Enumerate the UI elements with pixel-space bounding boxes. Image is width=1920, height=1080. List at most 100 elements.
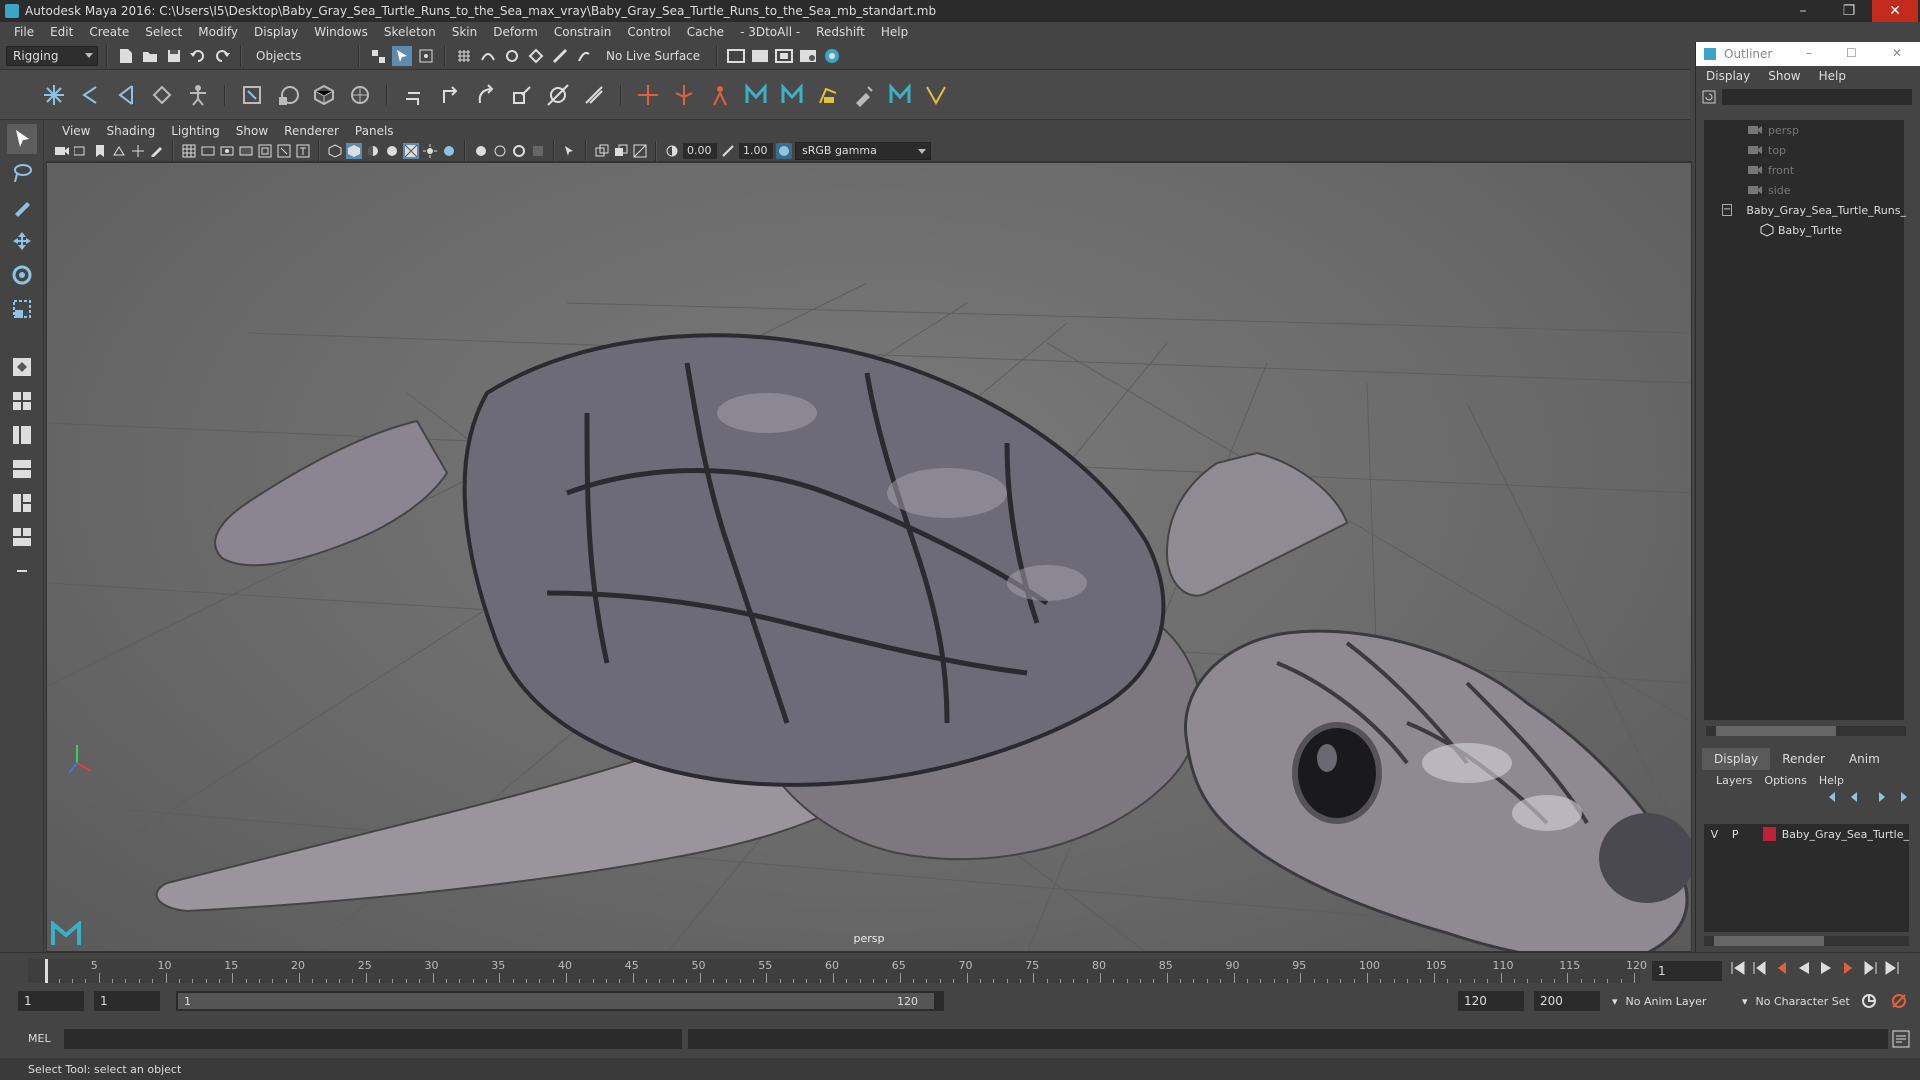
menu-skeleton[interactable]: Skeleton [376, 25, 444, 39]
gamma-icon[interactable] [720, 143, 736, 159]
isolate-select-icon[interactable] [562, 143, 578, 159]
auto-key-icon[interactable] [1860, 992, 1878, 1010]
persp-outliner-layout-icon[interactable] [7, 420, 37, 450]
resolution-gate-icon[interactable] [219, 143, 235, 159]
color-management-icon[interactable] [776, 142, 792, 159]
command-language-label[interactable]: MEL [28, 1032, 51, 1045]
character-set-dropdown[interactable]: ▾ No Character Set [1742, 991, 1872, 1011]
open-scene-icon[interactable] [140, 46, 160, 66]
shadows-icon[interactable] [384, 143, 400, 159]
vp-menu-show[interactable]: Show [228, 124, 276, 138]
exposure-icon[interactable] [664, 143, 680, 159]
ik-handle-icon[interactable] [76, 81, 104, 109]
joint-tool-icon[interactable] [40, 81, 68, 109]
ipr-render-icon[interactable] [774, 46, 794, 66]
menu-3dtoall[interactable]: - 3DtoAll - [732, 25, 808, 39]
outliner-item-child[interactable]: Baby_Turlte [1704, 220, 1904, 240]
play-backwards-icon[interactable] [1796, 961, 1812, 975]
menu-select[interactable]: Select [137, 25, 190, 39]
playback-end-field[interactable]: 120 [1458, 991, 1524, 1011]
outliner-search-input[interactable] [1722, 89, 1912, 105]
snap-curve-icon[interactable] [478, 46, 498, 66]
layer-visibility-toggle[interactable]: V [1704, 828, 1725, 841]
animation-preferences-icon[interactable] [1890, 992, 1908, 1010]
tab-display[interactable]: Display [1702, 748, 1771, 770]
time-slider[interactable]: 5 10 15 20 25 30 35 40 45 50 55 60 65 70 75 80 85 90 95 100… [0, 952, 1920, 986]
vp-menu-lighting[interactable]: Lighting [163, 124, 228, 138]
snap-view-icon[interactable] [526, 46, 546, 66]
select-mode-dropdown[interactable]: Objects [250, 45, 350, 66]
move-tool-icon[interactable] [7, 226, 37, 256]
menu-deform[interactable]: Deform [485, 25, 546, 39]
xray-joints-icon[interactable] [594, 143, 610, 159]
outliner-item-persp[interactable]: persp [1704, 120, 1904, 140]
go-to-start-icon[interactable] [1730, 961, 1746, 975]
go-to-end-icon[interactable] [1884, 961, 1900, 975]
render-view-icon[interactable] [726, 46, 746, 66]
step-forward-frame-icon[interactable] [1840, 961, 1856, 975]
perspective-viewport[interactable]: persp [46, 162, 1692, 952]
point-constraint-icon[interactable] [436, 81, 464, 109]
play-forwards-icon[interactable] [1818, 961, 1834, 975]
layer-hscroll-thumb[interactable] [1714, 936, 1824, 946]
layer-menu-layers[interactable]: Layers [1716, 774, 1752, 787]
close-button[interactable]: ✕ [1872, 0, 1918, 22]
field-chart-icon[interactable] [257, 143, 273, 159]
undo-icon[interactable] [188, 46, 208, 66]
outliner-menu-display[interactable]: Display [1706, 69, 1750, 83]
refresh-icon[interactable] [1702, 90, 1716, 104]
character-icon[interactable] [706, 81, 734, 109]
vp-menu-renderer[interactable]: Renderer [276, 124, 347, 138]
select-object-icon[interactable] [392, 45, 412, 66]
safe-action-icon[interactable] [276, 143, 292, 159]
mirror-joint-icon[interactable] [148, 81, 176, 109]
default-lighting-icon[interactable] [365, 143, 381, 159]
paint-skin-icon[interactable] [850, 81, 878, 109]
outliner-hscrollbar[interactable] [1706, 726, 1906, 736]
vp-menu-view[interactable]: View [54, 124, 98, 138]
anim-layer-dropdown[interactable]: ▾ No Anim Layer [1612, 991, 1742, 1011]
vp-menu-panels[interactable]: Panels [347, 124, 402, 138]
playback-start-field[interactable]: 1 [94, 991, 160, 1011]
aim-constraint-icon[interactable] [544, 81, 572, 109]
backface-culling-icon[interactable] [632, 143, 648, 159]
ik-spline-icon[interactable] [112, 81, 140, 109]
smooth-shade-icon[interactable] [346, 142, 362, 159]
color-space-dropdown[interactable]: sRGB gamma [795, 141, 931, 160]
humanik-icon[interactable] [670, 81, 698, 109]
collapse-icon[interactable]: − [1722, 204, 1733, 216]
wireframe-icon[interactable] [327, 143, 343, 159]
maya-tool-icon-3[interactable] [886, 81, 914, 109]
outliner-item-side[interactable]: side [1704, 180, 1904, 200]
layer-row[interactable]: V P Baby_Gray_Sea_Turtle_ [1704, 824, 1909, 844]
film-gate-icon[interactable] [200, 143, 216, 159]
menu-file[interactable]: File [6, 25, 42, 39]
xray-active-icon[interactable] [613, 143, 629, 159]
hypershade-icon[interactable] [822, 46, 842, 66]
make-live-icon[interactable] [574, 46, 594, 66]
layer-color-swatch[interactable] [1762, 827, 1776, 841]
snap-point-icon[interactable] [502, 46, 522, 66]
anti-aliasing-icon[interactable] [492, 143, 508, 159]
new-layer-selected-icon[interactable] [1894, 791, 1908, 803]
new-layer-icon[interactable] [1872, 791, 1886, 803]
camera-icon[interactable] [54, 143, 70, 159]
ambient-occlusion-icon[interactable] [441, 143, 457, 159]
single-perspective-layout-icon[interactable] [7, 352, 37, 382]
smooth-bind-icon[interactable] [814, 81, 842, 109]
current-frame-field[interactable]: 1 [1652, 961, 1722, 981]
cluster-icon[interactable] [346, 81, 374, 109]
lattice-icon[interactable] [310, 81, 338, 109]
gamma-field[interactable]: 1.00 [739, 142, 773, 159]
range-bar[interactable]: 1 120 [176, 991, 944, 1011]
scale-constraint-icon[interactable] [508, 81, 536, 109]
paint-weights-icon[interactable] [274, 81, 302, 109]
textured-icon[interactable] [403, 142, 419, 159]
tab-anim[interactable]: Anim [1837, 748, 1892, 770]
range-handle[interactable]: 1 120 [178, 993, 934, 1009]
script-editor-icon[interactable] [1892, 1030, 1910, 1048]
menu-skin[interactable]: Skin [444, 25, 486, 39]
layer-menu-options[interactable]: Options [1764, 774, 1806, 787]
outliner-menu-help[interactable]: Help [1819, 69, 1846, 83]
menu-cache[interactable]: Cache [679, 25, 732, 39]
